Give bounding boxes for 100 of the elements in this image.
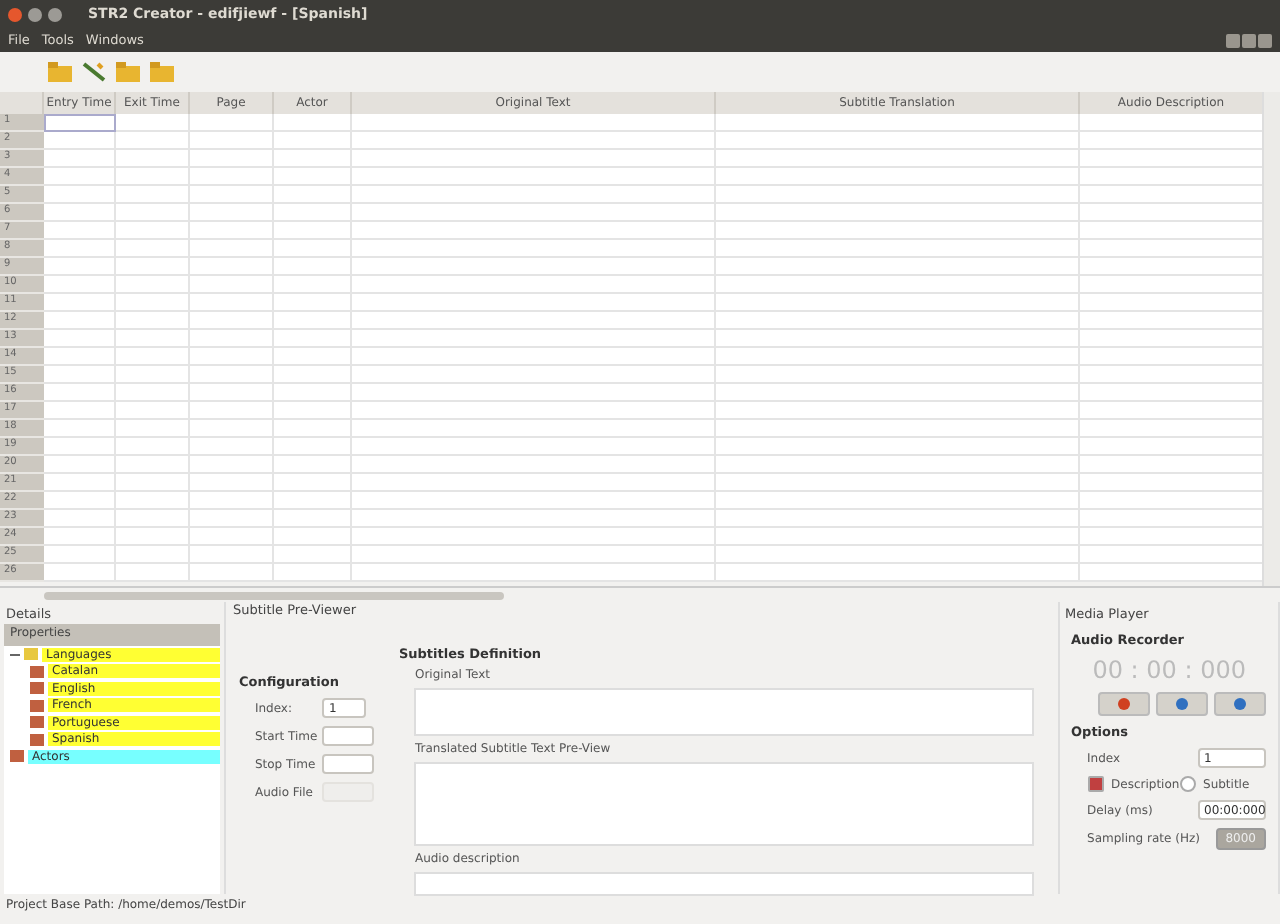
table-cell[interactable] <box>116 492 190 510</box>
table-cell[interactable] <box>274 186 352 204</box>
table-cell[interactable] <box>1080 150 1262 168</box>
table-cell[interactable] <box>352 384 716 402</box>
table-cell[interactable] <box>274 420 352 438</box>
play-button[interactable] <box>1156 692 1208 716</box>
table-cell[interactable] <box>352 132 716 150</box>
table-cell[interactable] <box>116 240 190 258</box>
table-cell[interactable] <box>190 150 274 168</box>
table-cell[interactable] <box>274 330 352 348</box>
table-cell[interactable] <box>116 168 190 186</box>
table-cell[interactable] <box>44 186 116 204</box>
table-cell[interactable] <box>190 384 274 402</box>
table-cell[interactable] <box>44 330 116 348</box>
folder-icon[interactable] <box>48 62 72 82</box>
table-cell[interactable] <box>352 474 716 492</box>
table-cell[interactable] <box>116 366 190 384</box>
table-cell[interactable] <box>352 438 716 456</box>
table-cell[interactable] <box>716 546 1080 564</box>
table-cell[interactable] <box>190 330 274 348</box>
table-cell[interactable] <box>716 330 1080 348</box>
table-cell[interactable] <box>116 330 190 348</box>
table-cell[interactable] <box>44 204 116 222</box>
minus-icon[interactable] <box>10 649 20 660</box>
table-cell[interactable] <box>716 276 1080 294</box>
table-cell[interactable] <box>190 312 274 330</box>
table-cell[interactable] <box>44 528 116 546</box>
table-cell[interactable] <box>44 510 116 528</box>
table-cell[interactable] <box>352 402 716 420</box>
table-cell[interactable] <box>44 348 116 366</box>
table-cell[interactable] <box>44 564 116 582</box>
table-cell[interactable] <box>274 474 352 492</box>
table-cell[interactable] <box>716 384 1080 402</box>
table-cell[interactable] <box>1080 546 1262 564</box>
table-cell[interactable] <box>44 438 116 456</box>
table-cell[interactable] <box>1080 528 1262 546</box>
table-cell[interactable] <box>716 366 1080 384</box>
text-area[interactable] <box>414 762 1034 846</box>
table-cell[interactable] <box>44 420 116 438</box>
table-cell[interactable] <box>716 564 1080 582</box>
table-cell[interactable] <box>274 276 352 294</box>
input-field[interactable] <box>322 754 375 774</box>
table-cell[interactable] <box>716 492 1080 510</box>
table-cell[interactable] <box>716 186 1080 204</box>
table-cell[interactable] <box>190 348 274 366</box>
table-cell[interactable] <box>716 474 1080 492</box>
table-cell[interactable] <box>716 510 1080 528</box>
table-cell[interactable] <box>1080 384 1262 402</box>
table-cell[interactable] <box>274 366 352 384</box>
table-cell[interactable] <box>116 384 190 402</box>
table-cell[interactable] <box>190 546 274 564</box>
table-cell[interactable] <box>44 402 116 420</box>
table-cell[interactable] <box>116 222 190 240</box>
table-cell[interactable] <box>352 528 716 546</box>
table-cell[interactable] <box>190 276 274 294</box>
table-cell[interactable] <box>190 294 274 312</box>
table-cell[interactable] <box>716 168 1080 186</box>
table-cell[interactable] <box>44 366 116 384</box>
table-cell[interactable] <box>116 312 190 330</box>
table-cell[interactable] <box>716 240 1080 258</box>
table-cell[interactable] <box>274 258 352 276</box>
table-cell[interactable] <box>1080 222 1262 240</box>
table-cell[interactable] <box>716 114 1080 132</box>
table-cell[interactable] <box>716 456 1080 474</box>
folder-icon[interactable] <box>116 62 140 82</box>
table-cell[interactable] <box>1080 420 1262 438</box>
input-field[interactable] <box>414 872 1034 896</box>
table-cell[interactable] <box>44 276 116 294</box>
table-cell[interactable] <box>716 420 1080 438</box>
table-cell[interactable] <box>274 546 352 564</box>
table-cell[interactable] <box>1080 402 1262 420</box>
table-cell[interactable] <box>352 312 716 330</box>
table-cell[interactable] <box>1080 510 1262 528</box>
table-cell[interactable] <box>1080 276 1262 294</box>
table-cell[interactable] <box>116 402 190 420</box>
table-cell[interactable] <box>1080 114 1262 132</box>
minimize-button[interactable] <box>28 7 42 21</box>
scrollbar[interactable] <box>1262 92 1280 586</box>
table-cell[interactable] <box>352 330 716 348</box>
table-cell[interactable] <box>1080 186 1262 204</box>
table-cell[interactable] <box>716 528 1080 546</box>
table-cell[interactable] <box>116 564 190 582</box>
table-cell[interactable] <box>44 474 116 492</box>
checkbox[interactable] <box>1087 776 1104 792</box>
table-cell[interactable] <box>716 348 1080 366</box>
table-cell[interactable] <box>116 186 190 204</box>
table-cell[interactable] <box>274 222 352 240</box>
table-cell[interactable] <box>352 150 716 168</box>
close-button[interactable] <box>8 7 22 21</box>
table-cell[interactable] <box>190 168 274 186</box>
table-cell[interactable] <box>274 528 352 546</box>
table-cell[interactable] <box>44 114 116 132</box>
table-cell[interactable] <box>44 384 116 402</box>
table-cell[interactable] <box>716 132 1080 150</box>
maximize-button[interactable] <box>48 7 62 21</box>
wand-icon[interactable] <box>82 62 106 82</box>
folder-icon[interactable] <box>150 62 174 82</box>
table-cell[interactable] <box>1080 456 1262 474</box>
table-cell[interactable] <box>116 276 190 294</box>
table-cell[interactable] <box>190 492 274 510</box>
